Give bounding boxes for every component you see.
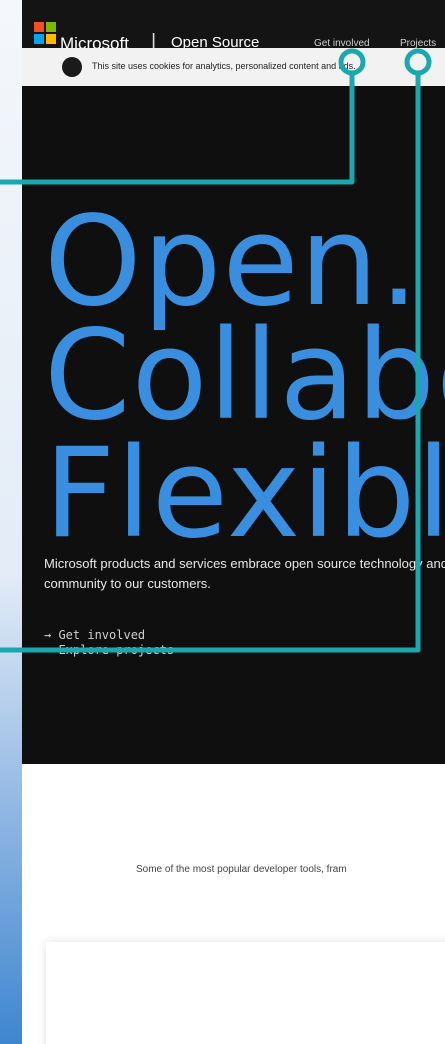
hero-link-explore-projects[interactable]: → Explore projects [44,643,174,657]
hero-link-get-involved[interactable]: → Get involved [44,628,145,642]
cookie-banner: This site uses cookies for analytics, pe… [22,48,445,87]
project-logo-icon [240,1040,296,1044]
microsoft-logo-icon[interactable] [34,22,56,44]
popular-tools-intro: Some of the most popular developer tools… [136,864,347,875]
hero-heading-line-2: Collabor [44,304,445,448]
hero-heading-line-3: Flexible. [44,422,445,566]
hero-section: Open. Collabor Flexible. Microsoft produ… [22,86,445,764]
cookie-banner-text: This site uses cookies for analytics, pe… [92,61,356,71]
hero-description: Microsoft products and services embrace … [44,556,445,591]
cookie-info-icon [62,57,82,77]
project-card[interactable] [46,942,445,1044]
browser-viewport: Microsoft | Open Source Get involved Pro… [22,0,445,1044]
top-nav: Microsoft | Open Source Get involved Pro… [22,0,445,53]
background-edge [0,0,22,1044]
